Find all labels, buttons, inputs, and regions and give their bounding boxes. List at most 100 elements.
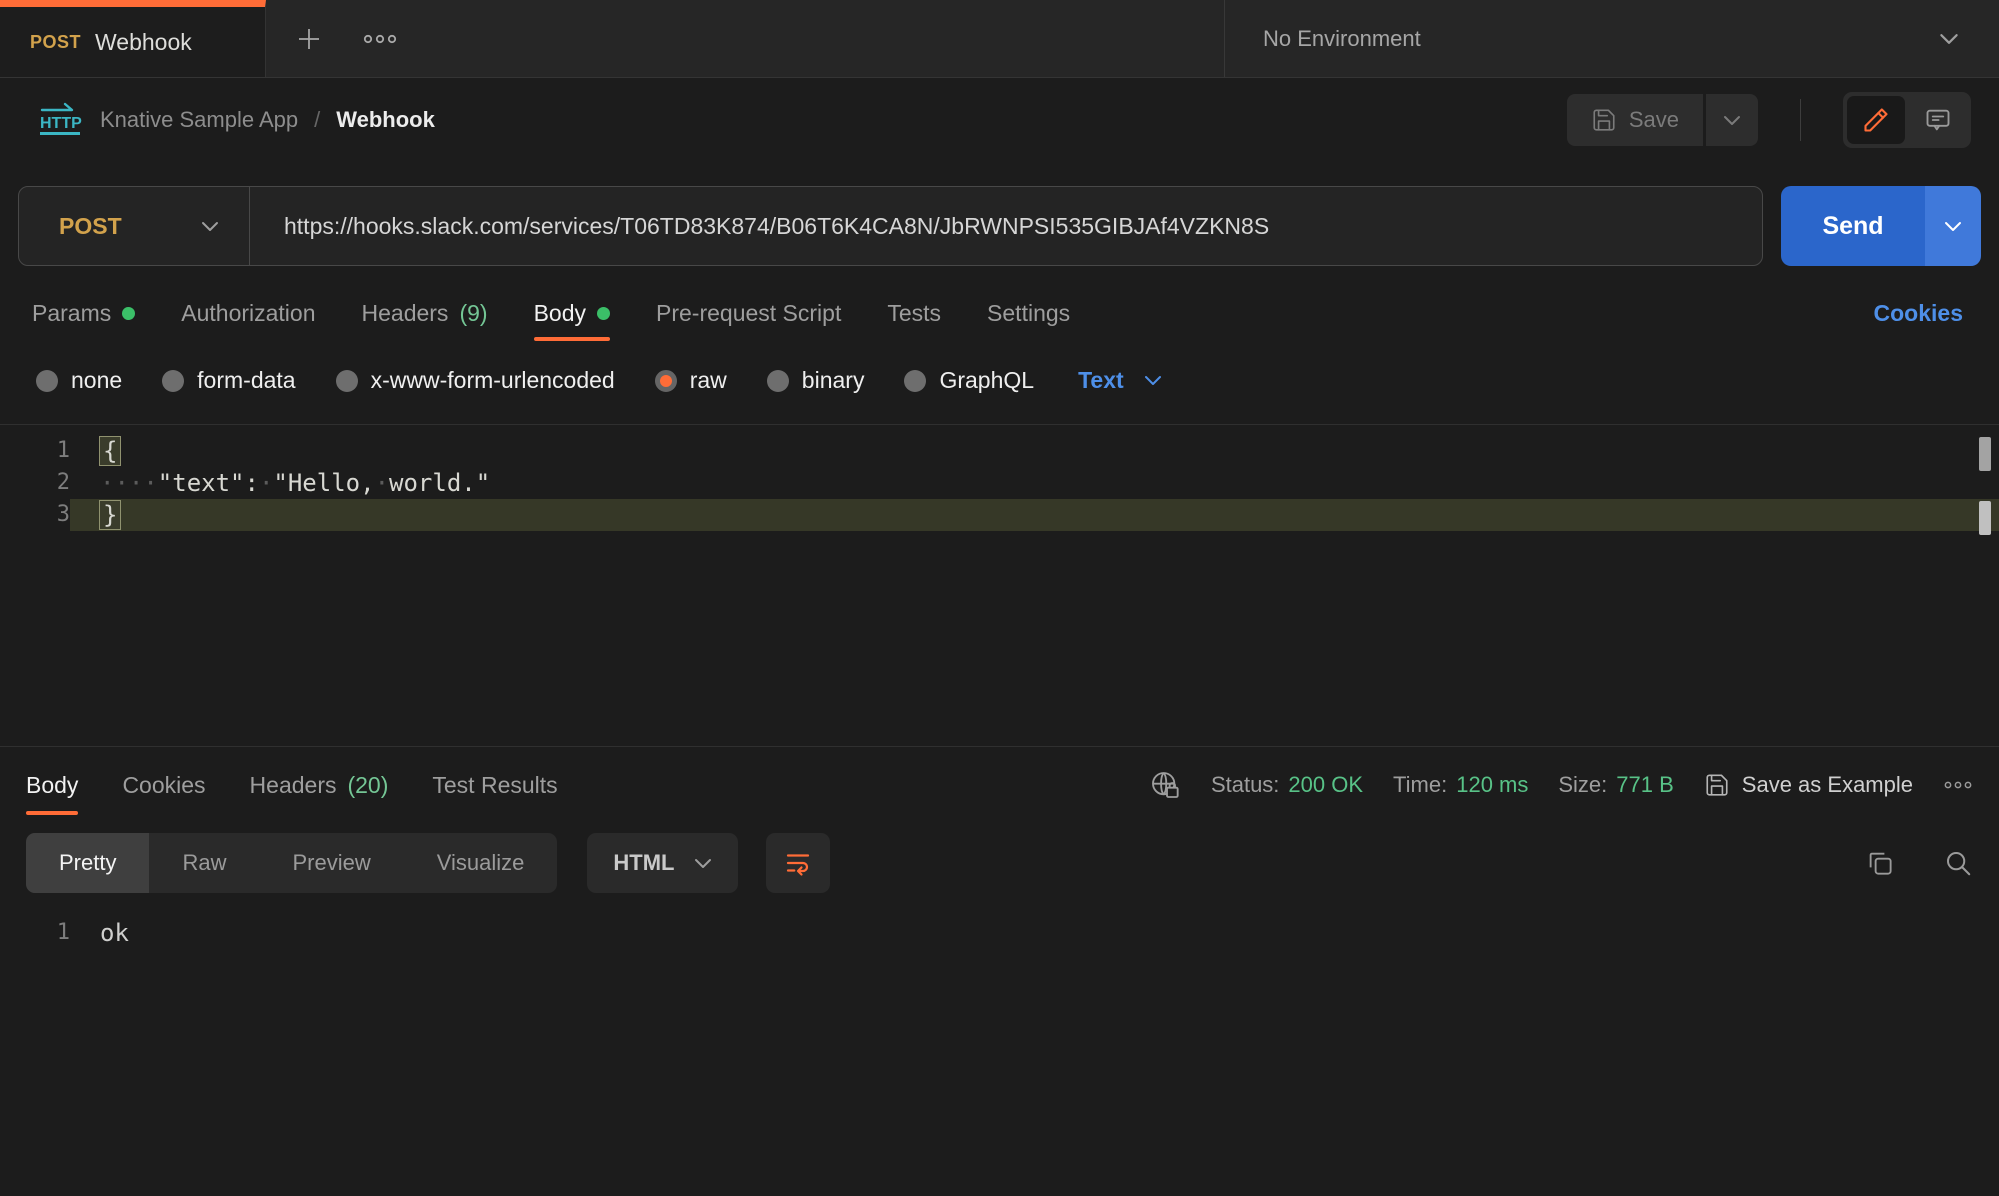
edit-button[interactable] xyxy=(1847,96,1905,144)
status-value: 200 OK xyxy=(1288,772,1363,798)
line-number: 1 xyxy=(0,915,70,951)
raw-language-dropdown[interactable]: Text xyxy=(1078,367,1162,394)
view-raw-button[interactable]: Raw xyxy=(149,833,259,893)
editor-scrollbar-mark[interactable] xyxy=(1979,437,1991,471)
method-dropdown[interactable]: POST xyxy=(19,187,249,265)
chevron-down-icon xyxy=(1944,221,1962,232)
tab-settings[interactable]: Settings xyxy=(987,300,1070,327)
breadcrumb-collection[interactable]: Knative Sample App xyxy=(100,107,298,133)
request-header: HTTP Knative Sample App / Webhook Save xyxy=(0,78,1999,162)
status-label: Status: xyxy=(1211,772,1279,798)
request-tab-method: POST xyxy=(30,32,81,53)
code-text: "Hello, xyxy=(273,469,374,497)
time-badge[interactable]: Time: 120 ms xyxy=(1393,772,1528,798)
request-url-bar: POST xyxy=(18,186,1763,266)
tab-headers[interactable]: Headers (9) xyxy=(362,300,488,327)
new-tab-button[interactable] xyxy=(294,24,324,54)
view-visualize-button[interactable]: Visualize xyxy=(404,833,558,893)
tab-label: Test Results xyxy=(432,772,557,799)
editor-line[interactable]: 2 ····"text":·"Hello,·world." xyxy=(0,467,1999,499)
tab-label: Body xyxy=(26,772,78,799)
tab-tests[interactable]: Tests xyxy=(887,300,941,327)
documentation-controls xyxy=(1843,92,1971,148)
tab-pre-request-script[interactable]: Pre-request Script xyxy=(656,300,841,327)
breadcrumb-request-name: Webhook xyxy=(336,107,435,133)
response-line: 1 ok xyxy=(0,915,1999,951)
editor-line[interactable]: 1 { xyxy=(0,435,1999,467)
mode-label: x-www-form-urlencoded xyxy=(371,367,615,394)
response-tab-test-results[interactable]: Test Results xyxy=(432,772,557,799)
send-button[interactable]: Send xyxy=(1781,186,1925,266)
environment-selector[interactable]: No Environment xyxy=(1224,0,1999,77)
response-format-dropdown[interactable]: HTML xyxy=(587,833,738,893)
more-options-icon xyxy=(1943,780,1973,790)
save-as-example-label: Save as Example xyxy=(1742,772,1913,798)
time-value: 120 ms xyxy=(1456,772,1528,798)
tab-label: Headers xyxy=(250,772,337,799)
line-number: 2 xyxy=(0,467,70,499)
editor-line-current[interactable]: 3 } xyxy=(0,499,1999,531)
status-badge[interactable]: Status: 200 OK xyxy=(1211,772,1363,798)
globe-lock-icon[interactable] xyxy=(1149,769,1181,801)
method-label: POST xyxy=(59,213,122,240)
tab-authorization[interactable]: Authorization xyxy=(181,300,315,327)
view-pretty-button[interactable]: Pretty xyxy=(26,833,149,893)
copy-button[interactable] xyxy=(1865,848,1895,878)
bracket-highlight: { xyxy=(100,437,120,465)
body-mode-graphql[interactable]: GraphQL xyxy=(904,367,1034,394)
save-split-button: Save xyxy=(1567,94,1758,146)
http-request-icon: HTTP xyxy=(34,101,84,139)
whitespace-dots: ···· xyxy=(100,469,158,497)
search-icon xyxy=(1943,848,1973,878)
whitespace-dots: · xyxy=(259,469,273,497)
cookies-link[interactable]: Cookies xyxy=(1874,300,1963,327)
send-options-button[interactable] xyxy=(1925,186,1981,266)
body-mode-raw[interactable]: raw xyxy=(655,367,727,394)
wrap-text-button[interactable] xyxy=(766,833,830,893)
body-mode-form-data[interactable]: form-data xyxy=(162,367,295,394)
tab-label: Pre-request Script xyxy=(656,300,841,327)
line-number: 3 xyxy=(0,499,70,531)
response-options-button[interactable] xyxy=(1943,780,1973,790)
tab-body[interactable]: Body xyxy=(534,300,610,327)
tab-options-button[interactable] xyxy=(362,33,398,45)
url-input[interactable] xyxy=(250,213,1762,240)
response-headers-count-badge: (20) xyxy=(347,772,388,799)
save-as-example-button[interactable]: Save as Example xyxy=(1704,772,1913,798)
search-button[interactable] xyxy=(1943,848,1973,878)
mode-label: none xyxy=(71,367,122,394)
save-button[interactable]: Save xyxy=(1567,94,1703,146)
editor-scrollbar-mark[interactable] xyxy=(1979,501,1991,535)
body-mode-x-www-form-urlencoded[interactable]: x-www-form-urlencoded xyxy=(336,367,615,394)
response-meta: Status: 200 OK Time: 120 ms Size: 771 B … xyxy=(1149,769,1973,801)
params-green-dot xyxy=(122,307,135,320)
size-value: 771 B xyxy=(1616,772,1674,798)
line-content: } xyxy=(70,499,1999,531)
request-tab[interactable]: POST Webhook xyxy=(0,0,266,77)
save-options-button[interactable] xyxy=(1706,94,1758,146)
tab-params[interactable]: Params xyxy=(32,300,135,327)
mode-label: binary xyxy=(802,367,865,394)
response-tab-cookies[interactable]: Cookies xyxy=(122,772,205,799)
request-tab-title: Webhook xyxy=(95,29,192,56)
edit-pencil-icon xyxy=(1862,106,1890,134)
plus-icon xyxy=(294,24,324,54)
response-tab-body[interactable]: Body xyxy=(26,772,78,799)
code-text: "text": xyxy=(158,469,259,497)
view-preview-button[interactable]: Preview xyxy=(259,833,403,893)
body-mode-none[interactable]: none xyxy=(36,367,122,394)
comment-button[interactable] xyxy=(1909,96,1967,144)
tab-label: Cookies xyxy=(122,772,205,799)
tab-bar: POST Webhook No Environment xyxy=(0,0,1999,78)
request-body-editor[interactable]: 1 { 2 ····"text":·"Hello,·world." 3 } xyxy=(0,424,1999,746)
chevron-down-icon xyxy=(201,221,219,232)
tab-label: Settings xyxy=(987,300,1070,327)
size-badge[interactable]: Size: 771 B xyxy=(1558,772,1673,798)
response-tab-headers[interactable]: Headers (20) xyxy=(250,772,389,799)
response-body-viewer[interactable]: 1 ok xyxy=(0,915,1999,951)
comment-bubble-icon xyxy=(1924,106,1952,134)
send-split-button: Send xyxy=(1781,186,1981,266)
body-mode-binary[interactable]: binary xyxy=(767,367,865,394)
line-number: 1 xyxy=(0,435,70,467)
chevron-down-icon xyxy=(694,858,712,869)
